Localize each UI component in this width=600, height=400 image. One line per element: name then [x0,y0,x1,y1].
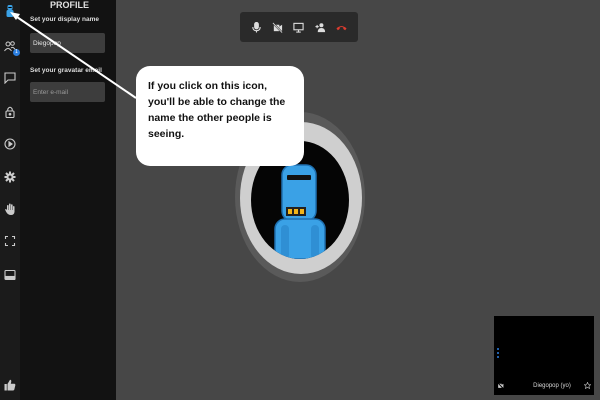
gravatar-email-label: Set your gravatar email [30,67,102,74]
panel-title: PROFILE [50,0,90,10]
invite-icon[interactable] [313,20,327,34]
self-display-name: Diegopop (yo) [533,383,571,389]
star-icon[interactable] [584,382,591,389]
gravatar-email-input[interactable] [30,82,105,102]
hangup-icon[interactable] [334,20,348,34]
self-video-thumbnail[interactable]: Diegopop (yo) [494,316,594,395]
thumbs-up-icon[interactable] [2,377,18,393]
camera-off-small-icon [497,382,504,389]
microphone-icon[interactable] [250,20,264,34]
avatar-icon[interactable] [2,3,18,19]
play-icon[interactable] [2,136,18,152]
display-name-label: Set your display name [30,16,99,23]
settings-gear-icon[interactable] [2,169,18,185]
display-name-input[interactable] [30,33,105,53]
camera-off-icon[interactable] [271,20,285,34]
help-tooltip: If you click on this icon, you'll be abl… [136,66,304,166]
call-toolbar [240,12,358,42]
screen-share-icon[interactable] [292,20,306,34]
participants-count-badge: 1 [13,49,20,56]
fullscreen-icon[interactable] [2,233,18,249]
left-toolbar: 1 [0,0,20,400]
raise-hand-icon[interactable] [2,201,18,217]
more-options-icon[interactable] [497,348,500,360]
profile-panel: PROFILE Set your display name Set your g… [20,0,116,400]
participants-icon[interactable]: 1 [2,38,20,56]
chat-icon[interactable] [2,70,18,86]
filmstrip-icon[interactable] [2,267,18,283]
lock-icon[interactable] [2,104,18,120]
